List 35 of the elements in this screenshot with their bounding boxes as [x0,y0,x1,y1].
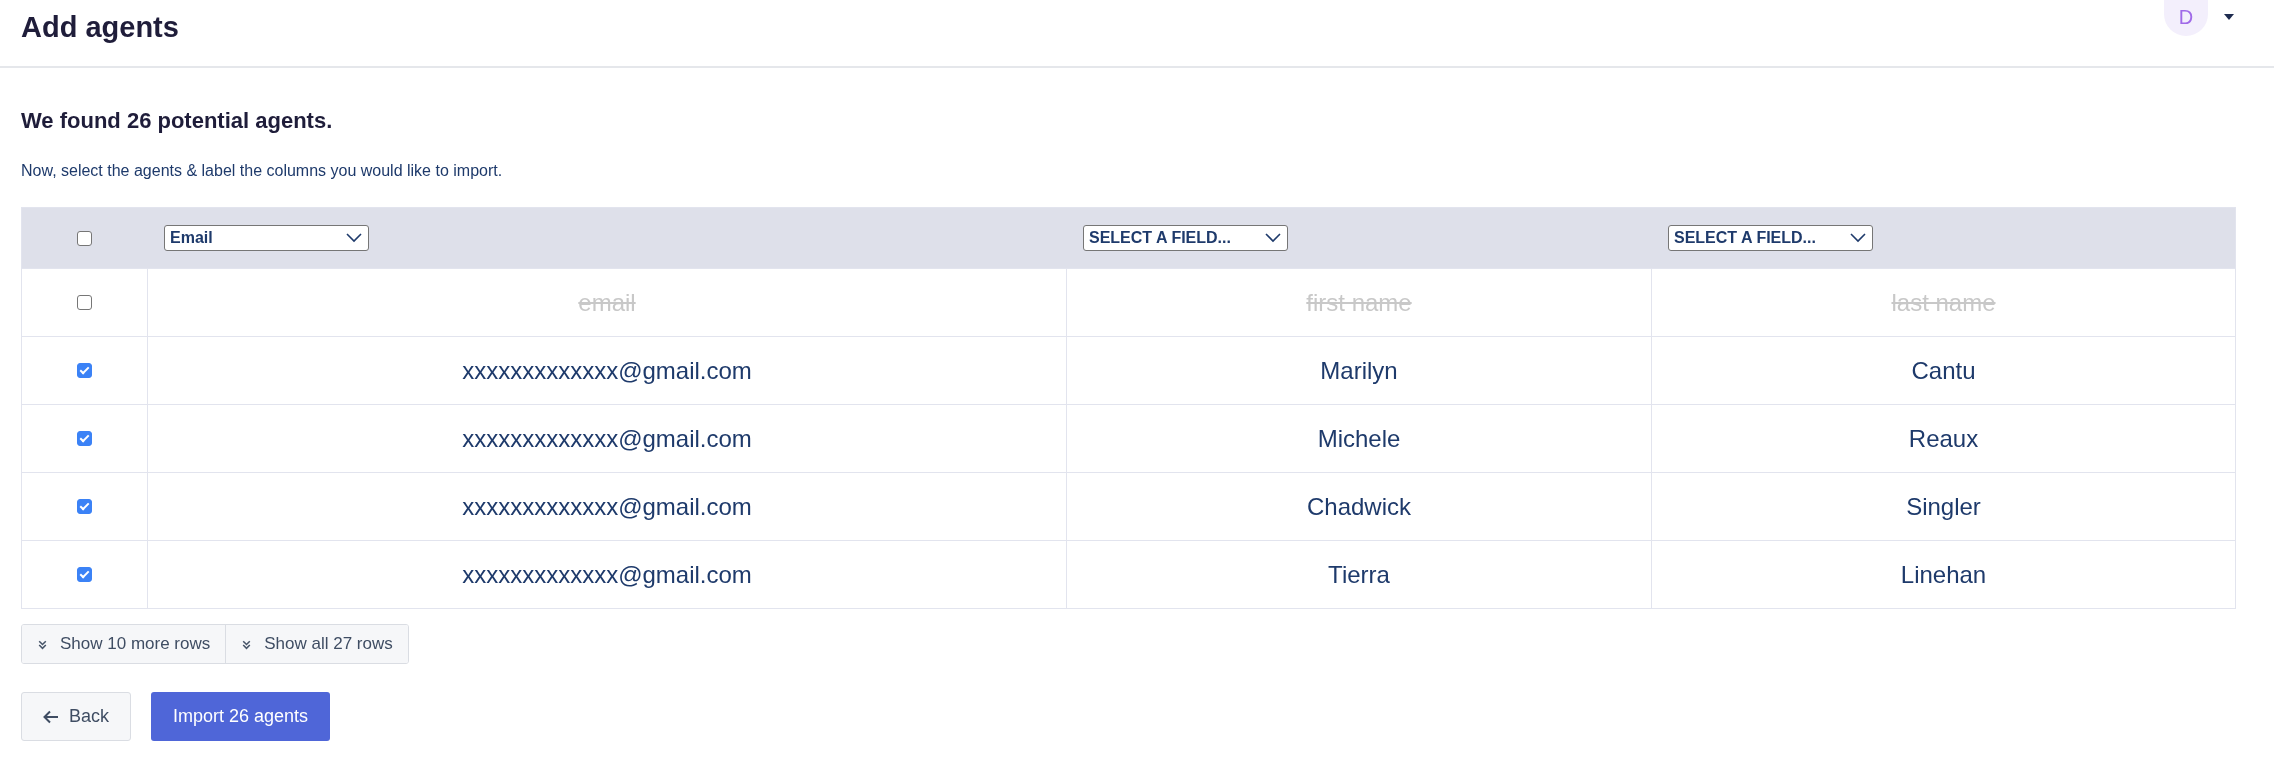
chevron-down-icon [1849,233,1867,243]
double-chevron-icon [37,638,48,650]
back-button[interactable]: Back [21,692,132,741]
column-select[interactable]: Email [164,225,369,251]
table-cell-text: Marilyn [1320,355,1398,386]
instructions-text: Now, select the agents & label the columns you would like to import. [21,161,504,181]
checkbox[interactable] [77,567,92,582]
table-cell-text: Reaux [1908,423,1979,454]
checkbox[interactable] [77,499,92,514]
table-cell-text: Linehan [1900,559,1987,590]
chevron-down-icon [345,233,363,243]
show-rows-button[interactable]: Show all 27 rows [225,625,408,663]
checkbox[interactable] [77,431,92,446]
table-cell-text: Michele [1317,423,1401,454]
results-heading: We found 26 potential agents. [21,107,334,135]
table-cell-text: xxxxxxxxxxxxx@gmail.com [462,491,752,522]
chevron-down-icon [1264,233,1282,243]
checkbox[interactable] [77,230,92,246]
table-cell-text: xxxxxxxxxxxxx@gmail.com [462,559,752,590]
checkbox[interactable] [77,295,92,310]
column-select[interactable]: SELECT A FIELD... [1668,225,1873,251]
column-select[interactable]: SELECT A FIELD... [1083,225,1288,251]
table-cell-text: xxxxxxxxxxxxx@gmail.com [462,423,752,454]
table-cell-text: Cantu [1911,355,1976,386]
table-cell-text: Singler [1906,491,1981,522]
double-chevron-icon [241,638,253,650]
table-cell-text: xxxxxxxxxxxxx@gmail.com [462,355,752,386]
show-rows-button[interactable]: Show 10 more rows [22,625,226,663]
checkbox[interactable] [77,363,92,378]
table-cell-text: Chadwick [1306,491,1411,522]
table-cell-text: Tierra [1328,559,1390,590]
page-title: Add agents [21,10,179,46]
arrow-left-icon [43,709,59,724]
import-button[interactable]: Import 26 agents [151,692,331,741]
caret-icon[interactable] [2224,14,2234,20]
